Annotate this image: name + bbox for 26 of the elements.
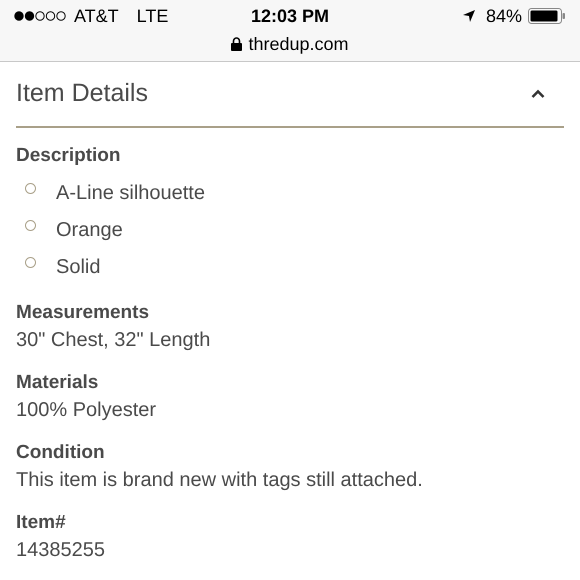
carrier-label: AT&T (74, 4, 119, 28)
section-value: This item is brand new with tags still attached. (16, 468, 424, 493)
section-label: Measurements (16, 301, 150, 325)
section-label: Condition (16, 441, 106, 465)
panel-title: Item Details (16, 78, 148, 110)
section-label: Item# (16, 511, 67, 535)
clock: 12:03 PM (250, 4, 330, 28)
signal-icon (14, 11, 66, 21)
bullet-icon (25, 183, 36, 194)
bullet-icon (25, 220, 36, 231)
section-value: 14385255 (16, 538, 106, 563)
network-label: LTE (136, 4, 168, 28)
section-value: 100% Polyester (16, 398, 158, 423)
description-item: A-Line silhouette (56, 180, 205, 206)
section-label: Materials (16, 371, 100, 395)
battery-icon (528, 8, 566, 24)
bullet-icon (25, 257, 36, 268)
description-item: Solid (56, 254, 100, 280)
section-value: 30" Chest, 32" Length (16, 328, 212, 353)
location-arrow-icon (462, 9, 476, 23)
battery-percent: 84% (486, 4, 522, 28)
description-item: Orange (56, 218, 123, 242)
section-label: Description (16, 144, 122, 168)
url-text[interactable]: thredup.com (248, 30, 349, 58)
lock-icon (231, 37, 242, 51)
collapse-toggle[interactable] (530, 88, 546, 100)
